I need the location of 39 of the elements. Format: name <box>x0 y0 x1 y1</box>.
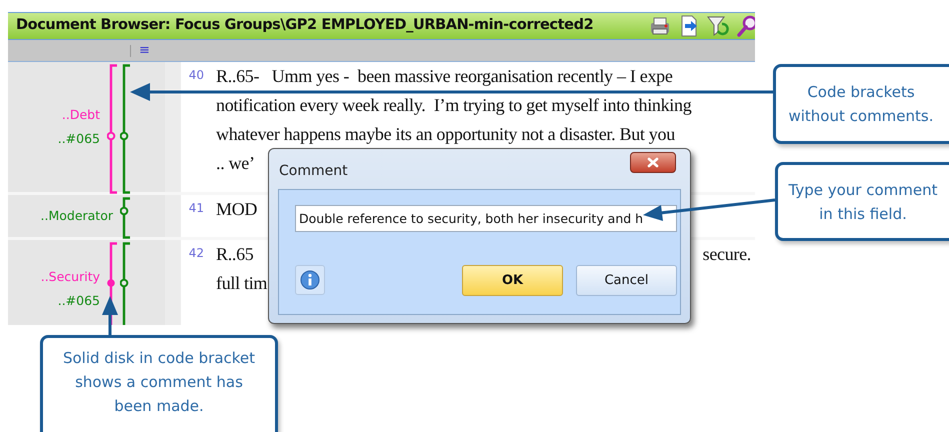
text-line: .. we’ <box>216 152 255 175</box>
callout-text: shows a comment has <box>74 372 244 393</box>
callout-text: without comments. <box>787 106 934 127</box>
code-bracket[interactable] <box>120 242 130 325</box>
code-label: ..#065 <box>58 130 100 148</box>
comment-field[interactable]: Double reference to security, both her insecurity and h <box>295 205 677 232</box>
code-bracket[interactable] <box>120 64 130 194</box>
printer-icon[interactable] <box>649 16 671 36</box>
code-label: ..Moderator <box>40 207 113 225</box>
search-icon[interactable] <box>737 15 755 37</box>
text-line: R..65- Umm yes - been massive reorganisation recently – I expe <box>216 65 673 88</box>
cancel-button[interactable]: Cancel <box>576 265 677 296</box>
close-icon[interactable] <box>647 157 659 168</box>
ok-button[interactable]: OK <box>462 265 563 296</box>
dialog-title: Comment <box>279 162 348 181</box>
callout-text: Code brackets <box>806 82 916 103</box>
code-bracket[interactable] <box>120 197 130 239</box>
code-bracket[interactable] <box>107 242 117 325</box>
text-line: MOD <box>216 198 258 221</box>
code-bracket[interactable] <box>107 64 117 194</box>
close-button[interactable] <box>630 152 676 173</box>
text-line: whatever happens maybe its an opportunity not a disaster. But you <box>216 123 675 146</box>
code-label: ..Debt <box>62 106 100 124</box>
text-line: secure. <box>702 243 751 266</box>
code-label: ..#065 <box>58 292 100 310</box>
export-icon[interactable] <box>679 15 699 37</box>
info-icon[interactable] <box>300 270 320 290</box>
text-line: notification every week really. I’m trying to get myself into thinking <box>216 94 692 117</box>
window-title: Document Browser: Focus Groups\GP2 EMPLOYED_URBAN-min-corrected2 <box>16 16 594 36</box>
callout-text: Type your comment <box>788 180 938 200</box>
text-line: R..65 <box>216 243 254 266</box>
menu-icon[interactable]: ≡ <box>139 44 150 57</box>
callout-text: Solid disk in code bracket <box>62 348 256 369</box>
filter-icon[interactable] <box>707 15 729 37</box>
callout-text: been made. <box>113 396 205 417</box>
info-button[interactable] <box>295 265 325 295</box>
callout-text: in this field. <box>818 204 908 224</box>
code-label: ..Security <box>40 268 100 286</box>
text-line: full tim <box>216 272 268 295</box>
